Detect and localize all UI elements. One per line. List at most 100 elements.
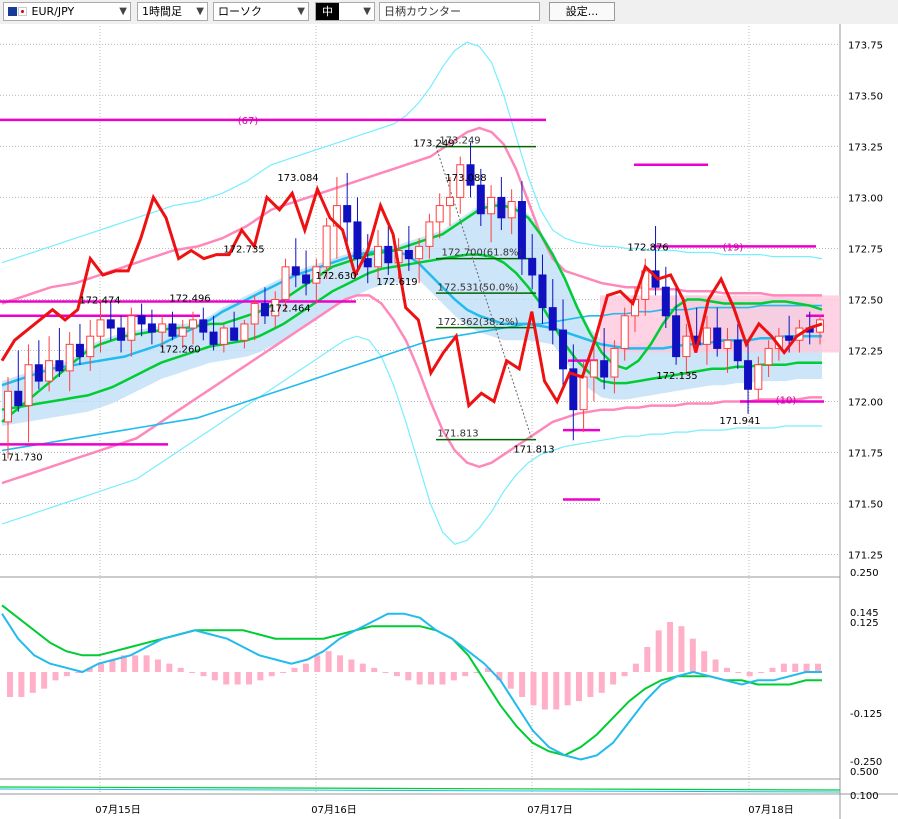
price-tick-label: 173.50 (848, 91, 883, 102)
macd-tick-label: 0.500 (850, 767, 879, 778)
price-tick-label: 171.25 (848, 551, 883, 562)
price-label: 172.474 (79, 295, 120, 306)
chart-kind-label: ローソク (218, 5, 262, 18)
candle-body (45, 360, 54, 382)
macd-histogram-bar (177, 667, 184, 672)
counter-label: (67) (238, 116, 259, 127)
fib-label: 171.813 (437, 429, 478, 440)
candle-body (168, 323, 177, 337)
macd-histogram-bar (416, 672, 423, 685)
chevron-down-icon: ▼ (196, 6, 204, 17)
candle-body (702, 327, 711, 345)
counter-input-text: 日柄カウンター (384, 5, 461, 18)
candle-body (209, 331, 218, 345)
macd-histogram-bar (667, 622, 674, 672)
candle-body (487, 196, 496, 215)
date-label: 07月15日 (95, 804, 140, 816)
candle-body (34, 364, 43, 382)
settings-button[interactable]: 設定... (549, 2, 615, 21)
candle-body (65, 343, 74, 372)
candle-body (189, 319, 198, 329)
price-tick-label: 172.25 (848, 346, 883, 357)
macd-histogram-bar (655, 630, 662, 672)
candle-body (199, 319, 208, 333)
macd-histogram-bar (564, 672, 571, 706)
macd-histogram-bar (450, 672, 457, 681)
counter-label: (10) (776, 395, 797, 406)
price-label: 172.630 (315, 271, 356, 282)
timeframe-select[interactable]: 1時間足 ▼ (137, 2, 208, 21)
macd-histogram-bar (701, 651, 708, 672)
macd-histogram-bar (587, 672, 594, 697)
macd-histogram-bar (7, 672, 13, 697)
macd-histogram-bar (189, 672, 196, 673)
candle-body (353, 221, 362, 260)
candle-body (497, 196, 506, 219)
macd-histogram-bar (553, 672, 560, 710)
candle-body (600, 360, 609, 378)
price-label: 172.876 (627, 242, 668, 253)
price-label: 172.260 (159, 344, 200, 355)
candle-body (178, 327, 187, 337)
fib-label: 172.700(61.8%) (442, 248, 523, 259)
candle-body (86, 335, 95, 358)
size-label: 中 (316, 3, 339, 20)
candle-body (250, 303, 259, 325)
macd-histogram-bar (234, 672, 241, 685)
price-tick-label: 172.50 (848, 295, 883, 306)
macd-histogram-bar (712, 659, 719, 672)
price-tick-label: 173.25 (848, 142, 883, 153)
macd-histogram-bar (98, 663, 105, 672)
macd-histogram-bar (621, 672, 628, 677)
macd-histogram-bar (632, 663, 639, 672)
candle-body (147, 323, 156, 333)
candle-body (672, 315, 681, 358)
fib-label: 173.249 (439, 136, 480, 147)
macd-histogram-bar (815, 663, 821, 672)
macd-histogram-bar (644, 647, 651, 672)
candle-body (363, 258, 372, 268)
candle-body (548, 307, 557, 331)
macd-line (1, 612, 822, 761)
candle-body (240, 323, 249, 341)
candle-body (425, 221, 434, 247)
size-select[interactable]: 中 ▼ (315, 2, 375, 21)
macd-histogram-bar (348, 659, 355, 672)
candle-body (744, 360, 753, 390)
macd-histogram-bar (257, 672, 264, 681)
symbol-label: EUR/JPY (31, 5, 75, 18)
price-label: 173.084 (277, 173, 318, 184)
price-label: 171.730 (1, 453, 42, 464)
price-tick-label: 173.00 (848, 193, 883, 204)
candle-body (158, 323, 167, 333)
counter-input[interactable]: 日柄カウンター (379, 2, 540, 21)
candle-body (4, 390, 12, 423)
macd-histogram-bar (325, 651, 332, 672)
macd-histogram-bar (428, 672, 435, 685)
candle-body (445, 196, 454, 207)
macd-histogram-bar (405, 672, 412, 681)
candle-body (661, 286, 670, 317)
candle-body (302, 274, 311, 284)
chart-area[interactable]: 171.730 172.474 172.496 172.260 172.735 172.4… (0, 24, 898, 819)
macd-panel (0, 604, 841, 793)
macd-histogram-bar (519, 672, 526, 697)
candle-body (219, 327, 228, 345)
macd-histogram-bar (758, 672, 765, 673)
candle-body (322, 225, 331, 268)
macd-histogram-bar (291, 667, 298, 672)
macd-histogram-bar (166, 663, 173, 672)
macd-histogram-bar (393, 672, 400, 677)
chart-kind-select[interactable]: ローソク ▼ (213, 2, 309, 21)
candle-body (559, 329, 568, 370)
date-label: 07月18日 (748, 804, 793, 816)
jp-flag-icon (18, 7, 27, 16)
candle-body (127, 315, 136, 341)
candle-body (291, 266, 300, 276)
macd-histogram-bar (337, 655, 344, 672)
symbol-select[interactable]: EUR/JPY ▼ (3, 2, 131, 21)
date-label: 07月17日 (527, 804, 572, 816)
candle-body (610, 347, 619, 378)
macd-histogram-bar (314, 655, 321, 672)
macd-histogram-bar (769, 667, 776, 672)
